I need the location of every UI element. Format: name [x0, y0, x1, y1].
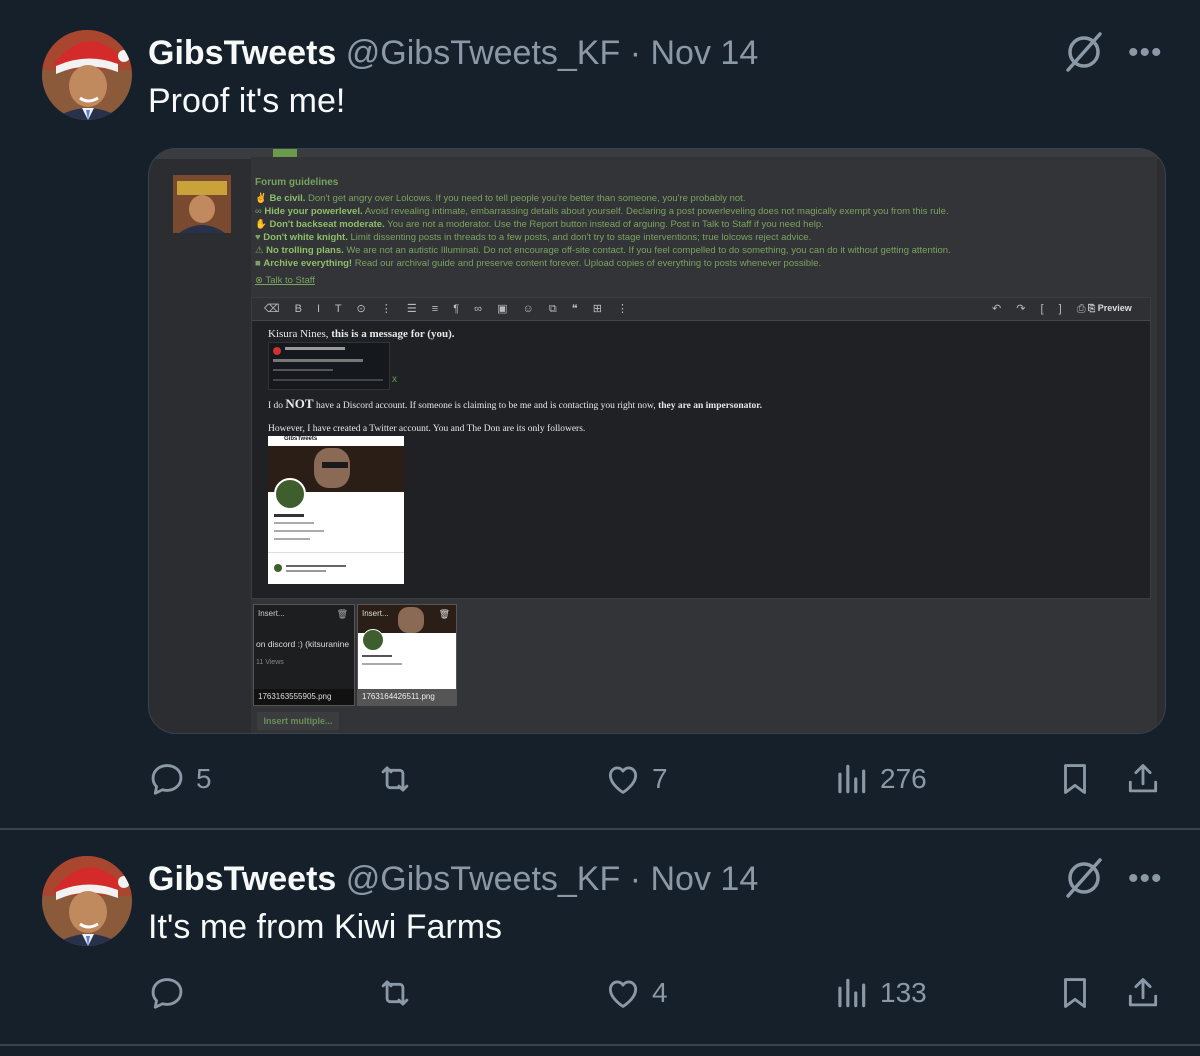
view-count: 133 [880, 977, 927, 1008]
like-count: 7 [652, 763, 668, 794]
tweet-header: GibsTweets @GibsTweets_KF · Nov 14 [148, 34, 758, 73]
editor-line: Kisura Nines, this is a message for (you… [268, 328, 455, 340]
forum-avatar [173, 175, 231, 233]
tweet-header: GibsTweets @GibsTweets_KF · Nov 14 [148, 860, 758, 899]
reply-icon [151, 764, 183, 795]
retweet-button[interactable] [376, 974, 424, 1012]
guideline-item: ✋ Don't backseat moderate. You are not a… [255, 219, 824, 230]
tweet-actions: 5 7 276 [148, 760, 1168, 810]
retweet-icon [381, 766, 409, 792]
embedded-tweet-image [268, 342, 390, 390]
views-button[interactable]: 276 [832, 760, 927, 798]
editor-line: I do NOT have a Discord account. If some… [268, 396, 763, 411]
bookmark-button[interactable] [1056, 760, 1094, 798]
like-button[interactable]: 4 [604, 974, 668, 1012]
insert-multiple-button[interactable]: Insert multiple... [257, 712, 339, 730]
bookmark-icon [1064, 978, 1086, 1008]
heart-icon [608, 980, 638, 1008]
retweet-button[interactable] [376, 760, 424, 798]
tweet-actions: 4 133 [148, 974, 1168, 1024]
guideline-item: ■ Archive everything! Read our archival … [255, 258, 822, 269]
tweet[interactable]: GibsTweets @GibsTweets_KF · Nov 14 ••• P… [0, 0, 1200, 830]
separator-dot: · [629, 34, 642, 72]
attachment-thumbnail[interactable]: Insert... 🗑 1763164426511.png [357, 604, 457, 706]
share-button[interactable] [1124, 760, 1162, 798]
attachment-thumbnail[interactable]: Insert... 🗑 on discord :) (kitsuranine 1… [253, 604, 355, 706]
trash-icon[interactable]: 🗑 [439, 609, 450, 620]
reply-icon [151, 978, 183, 1009]
tweet[interactable]: GibsTweets @GibsTweets_KF · Nov 14 ••• I… [0, 830, 1200, 1046]
tweet-date[interactable]: Nov 14 [651, 860, 759, 898]
separator-dot: · [629, 860, 642, 898]
more-icon[interactable]: ••• [1128, 862, 1163, 896]
display-name[interactable]: GibsTweets [148, 860, 336, 898]
avatar[interactable] [42, 30, 132, 120]
guideline-item: ⚠ No trolling plans. We are not an autis… [255, 245, 951, 256]
view-count: 276 [880, 763, 927, 794]
preview-button[interactable]: ⎘ Preview [1088, 303, 1132, 314]
talk-to-staff-link[interactable]: ⊗ Talk to Staff [255, 275, 315, 286]
views-icon [838, 764, 866, 794]
share-icon [1128, 978, 1158, 1007]
tweet-date[interactable]: Nov 14 [651, 34, 759, 72]
views-icon [838, 978, 866, 1008]
display-name[interactable]: GibsTweets [148, 34, 336, 72]
tweet-media[interactable]: Forum guidelines ✌ Be civil. Don't get a… [148, 148, 1166, 734]
share-button[interactable] [1124, 974, 1162, 1012]
grok-icon[interactable] [1062, 30, 1106, 74]
grok-icon[interactable] [1062, 856, 1106, 900]
guidelines-title: Forum guidelines [255, 177, 339, 188]
reply-button[interactable] [148, 974, 196, 1012]
reply-button[interactable]: 5 [148, 760, 212, 798]
retweet-icon [381, 980, 409, 1006]
avatar[interactable] [42, 856, 132, 946]
like-button[interactable]: 7 [604, 760, 668, 798]
user-handle[interactable]: @GibsTweets_KF [346, 860, 621, 898]
remove-x[interactable]: x [392, 374, 397, 385]
heart-icon [608, 766, 638, 794]
editor-line: However, I have created a Twitter accoun… [268, 424, 586, 434]
embedded-profile-image: GibsTweets [268, 436, 404, 584]
user-handle[interactable]: @GibsTweets_KF [346, 34, 621, 72]
guideline-item: ✌ Be civil. Don't get angry over Lolcows… [255, 193, 746, 204]
editor-toolbar: ⌫ B I T ⊙ ⋮ ☰ ≡ ¶ ∞ ▣ ☺ ⧉ ❝ ⊞ ⋮ ↶ ↷ [ ] … [252, 298, 1150, 321]
tweet-text: It's me from Kiwi Farms [148, 908, 503, 946]
like-count: 4 [652, 977, 668, 1008]
bookmark-icon [1064, 764, 1086, 794]
message-editor[interactable]: ⌫ B I T ⊙ ⋮ ☰ ≡ ¶ ∞ ▣ ☺ ⧉ ❝ ⊞ ⋮ ↶ ↷ [ ] … [251, 297, 1151, 599]
more-icon[interactable]: ••• [1128, 36, 1163, 70]
reply-count: 5 [196, 763, 212, 794]
bookmark-button[interactable] [1056, 974, 1094, 1012]
trash-icon[interactable]: 🗑 [337, 609, 348, 620]
guideline-item: ∞ Hide your powerlevel. Avoid revealing … [255, 206, 949, 217]
views-button[interactable]: 133 [832, 974, 927, 1012]
share-icon [1128, 764, 1158, 793]
guideline-item: ♥ Don't white knight. Limit dissenting p… [255, 232, 812, 243]
tweet-text: Proof it's me! [148, 82, 346, 120]
